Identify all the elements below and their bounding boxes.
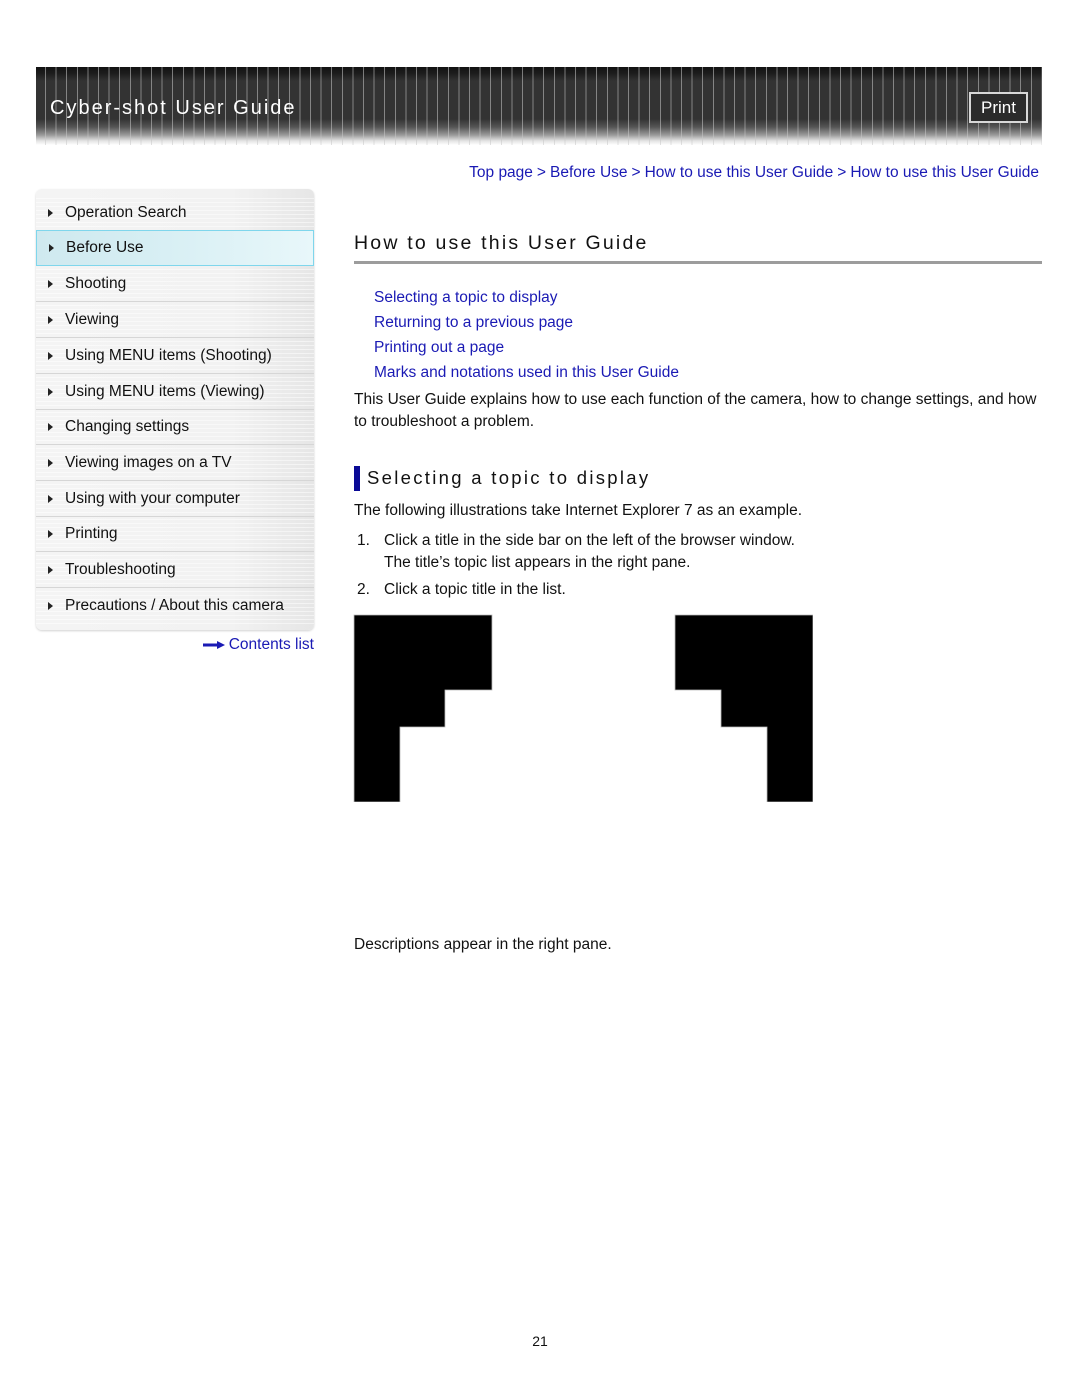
header-banner: Cyber-shot User Guide Print [36,67,1042,145]
sidebar-item-printing[interactable]: Printing [36,516,314,552]
app-title: Cyber-shot User Guide [50,97,297,119]
sidebar-item-label: Shooting [65,274,127,292]
sidebar-item-label: Changing settings [65,417,190,435]
step-list: 1. Click a title in the side bar on the … [357,530,795,601]
intro-paragraph: This User Guide explains how to use each… [354,391,1037,430]
triangle-right-icon [48,565,53,574]
step-number: 2. [357,581,370,598]
sidebar-item-label: Using MENU items (Shooting) [65,346,272,364]
sidebar-item-label: Using MENU items (Viewing) [65,382,265,400]
triangle-right-icon [48,422,53,431]
sidebar-item-label: Before Use [66,239,144,256]
sidebar-item-label: Viewing [65,310,120,328]
triangle-right-icon [48,315,53,324]
sidebar-item-menu-shooting[interactable]: Using MENU items (Shooting) [36,338,314,374]
sidebar-item-label: Precautions / About this camera [65,597,284,614]
sidebar-item-label: Using with your computer [65,489,240,507]
topic-link-marks[interactable]: Marks and notations used in this User Gu… [374,362,679,387]
step-item: 2. Click a topic title in the list. [357,579,795,601]
sidebar-item-label: Printing [65,524,118,542]
section-title: Selecting a topic to display [367,467,651,488]
sidebar-item-label: Operation Search [65,203,187,221]
sidebar-item-viewing-tv[interactable]: Viewing images on a TV [36,445,314,481]
triangle-right-icon [49,244,54,252]
step-item: 1. Click a title in the side bar on the … [357,530,795,573]
arrow-right-icon [202,641,225,649]
triangle-right-icon [48,529,53,538]
illustration-shape-left [353,614,493,802]
sidebar-item-viewing[interactable]: Viewing [36,302,314,338]
contents-list-label: Contents list [228,636,314,653]
section-heading: Selecting a topic to display [354,465,650,491]
breadcrumb-separator: > [536,164,546,181]
page-title: How to use this User Guide [354,232,649,254]
page-number: 21 [532,1333,548,1349]
illustration-shape-right [674,614,813,802]
topic-list: Selecting a topic to display Returning t… [374,287,679,387]
sidebar-item-operation-search[interactable]: Operation Search [36,195,314,231]
sidebar-item-label: Viewing images on a TV [65,453,232,471]
section-intro: The following illustrations take Interne… [354,502,803,519]
step-text: Click a topic title in the list. [384,581,566,598]
step-subtext: The title’s topic list appears in the ri… [384,553,691,571]
sidebar-item-computer[interactable]: Using with your computer [36,481,314,517]
sidebar-item-troubleshooting[interactable]: Troubleshooting [36,552,314,588]
description-text: Descriptions appear in the right pane. [354,936,612,953]
contents-list-link[interactable]: Contents list [202,636,314,654]
step-number: 1. [357,532,370,549]
breadcrumb: Top page > Before Use > How to use this User… [469,164,1039,182]
triangle-right-icon [48,279,53,288]
topic-link-selecting[interactable]: Selecting a topic to display [374,287,679,312]
triangle-right-icon [48,208,53,217]
breadcrumb-current[interactable]: How to use this User Guide [850,164,1039,181]
triangle-right-icon [48,458,53,467]
triangle-right-icon [48,602,53,610]
triangle-right-icon [48,387,53,396]
step-text: Click a title in the side bar on the lef… [384,532,795,549]
print-button[interactable]: Print [969,92,1028,123]
sidebar-item-label: Troubleshooting [65,560,176,578]
sidebar-item-before-use[interactable]: Before Use [36,230,314,266]
topic-link-returning[interactable]: Returning to a previous page [374,312,679,337]
sidebar-item-menu-viewing[interactable]: Using MENU items (Viewing) [36,374,314,410]
breadcrumb-separator: > [837,164,847,181]
sidebar-nav: Operation Search Before Use Shooting Vie… [36,189,314,630]
triangle-right-icon [48,351,53,360]
breadcrumb-separator: > [631,164,641,181]
breadcrumb-how-to-use[interactable]: How to use this User Guide [645,164,834,181]
topic-link-printing[interactable]: Printing out a page [374,337,679,362]
breadcrumb-before-use[interactable]: Before Use [550,164,628,181]
sidebar-item-shooting[interactable]: Shooting [36,266,314,302]
breadcrumb-top-page[interactable]: Top page [469,164,533,181]
sidebar-item-changing-settings[interactable]: Changing settings [36,409,314,445]
sidebar-item-precautions[interactable]: Precautions / About this camera [36,588,314,624]
illustration [353,614,813,802]
triangle-right-icon [48,494,53,503]
title-divider [354,261,1042,264]
section-marker [354,465,360,491]
